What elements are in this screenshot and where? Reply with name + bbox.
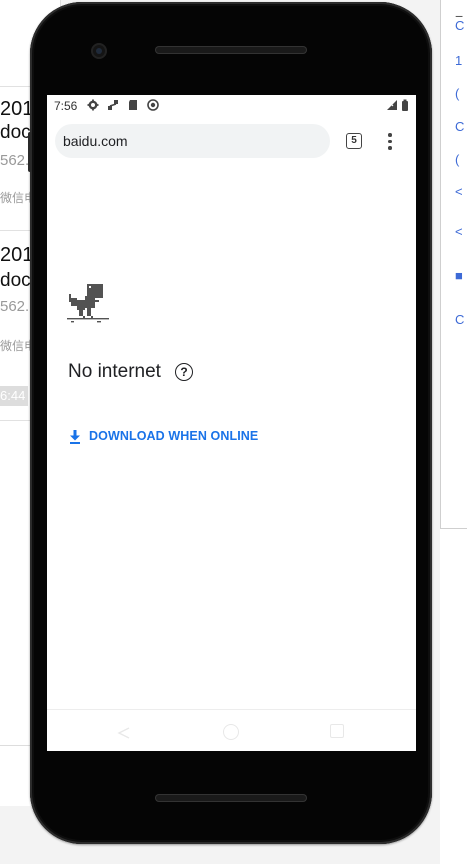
battery-icon <box>402 99 408 111</box>
bottom-speaker <box>155 794 307 802</box>
top-speaker <box>155 46 307 54</box>
list-item-size: 562. <box>0 152 30 169</box>
list-item-size: 562. <box>0 298 30 315</box>
recents-icon[interactable] <box>330 724 344 738</box>
toolbar-icon[interactable]: ( <box>455 87 467 100</box>
minimize-button[interactable]: − <box>455 8 463 24</box>
settings-icon <box>87 99 99 111</box>
url-bar[interactable]: baidu.com <box>55 124 330 158</box>
home-icon[interactable] <box>223 724 239 740</box>
list-item-title: 201 <box>0 244 34 266</box>
toolbar-icon[interactable]: C <box>455 120 467 133</box>
toolbar-icon[interactable]: 1 <box>455 54 467 67</box>
back-icon[interactable] <box>117 726 131 740</box>
list-item-subtitle: doc <box>0 122 31 143</box>
toolbar-icon[interactable]: < <box>455 225 467 238</box>
toolbar-icon[interactable]: ■ <box>455 269 467 282</box>
dino-icon[interactable] <box>67 282 109 324</box>
download-icon <box>70 430 80 444</box>
page-title: No internet <box>68 361 161 382</box>
tab-switcher-button[interactable]: 5 <box>346 133 362 149</box>
status-right-icons <box>386 99 410 111</box>
url-text[interactable]: baidu.com <box>63 133 128 149</box>
status-bar: 7:56 <box>47 95 416 117</box>
list-item-subtitle: doc <box>0 270 31 291</box>
front-camera <box>91 43 107 59</box>
list-item-title: 201 <box>0 98 34 120</box>
signal-icon <box>387 100 397 110</box>
time-badge: 6:44 <box>0 386 28 406</box>
status-time: 7:56 <box>54 99 78 113</box>
network-icon <box>107 99 119 111</box>
sd-card-icon <box>127 99 139 111</box>
toolbar-icon[interactable]: ( <box>455 153 467 166</box>
help-icon[interactable]: ? <box>175 363 193 381</box>
download-label: DOWNLOAD WHEN ONLINE <box>89 429 259 443</box>
toolbar-icon[interactable]: < <box>455 185 467 198</box>
phone-screen: 7:56 baidu.com 5 No internet ? DOWNLOAD … <box>47 95 416 751</box>
volume-button <box>28 132 32 172</box>
more-vert-icon[interactable] <box>383 131 395 151</box>
background-toolbar: C 1 ( C ( < < ■ C <box>440 0 467 529</box>
sync-icon <box>147 99 159 111</box>
android-nav-bar <box>47 709 416 751</box>
toolbar-icon[interactable]: C <box>455 313 467 326</box>
